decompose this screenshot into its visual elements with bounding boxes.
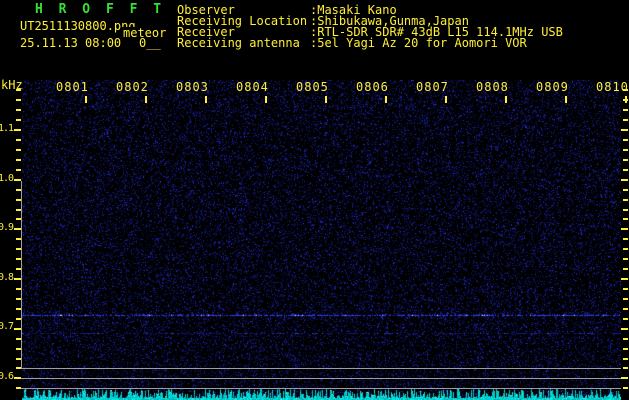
tick-mark bbox=[505, 96, 507, 103]
info-value-antenna: :5el Yagi Az 20 for Aomori VOR bbox=[310, 36, 527, 50]
time-tick-label: 0804 bbox=[236, 80, 269, 94]
tick-mark bbox=[14, 377, 21, 379]
time-tick-label: 0810 bbox=[596, 80, 629, 94]
freq-tick-label: 1.1 bbox=[0, 123, 14, 134]
time-tick-label: 0802 bbox=[116, 80, 149, 94]
timestamp: 25.11.13 08:00 bbox=[20, 36, 122, 50]
tick-mark bbox=[16, 169, 21, 171]
tick-mark bbox=[16, 308, 21, 310]
spectrogram-canvas bbox=[22, 80, 621, 400]
tick-mark bbox=[623, 298, 628, 300]
tick-mark bbox=[16, 358, 21, 360]
freq-tick-label: 0.9 bbox=[0, 222, 14, 233]
tick-mark bbox=[145, 96, 147, 103]
tick-mark bbox=[623, 119, 628, 121]
tick-mark bbox=[16, 258, 21, 260]
tick-mark bbox=[623, 199, 628, 201]
freq-tick-label: 1.0 bbox=[0, 173, 14, 184]
tick-mark bbox=[16, 348, 21, 350]
tick-mark bbox=[16, 139, 21, 141]
tick-mark bbox=[16, 119, 21, 121]
tick-mark bbox=[16, 288, 21, 290]
tick-mark bbox=[623, 248, 628, 250]
tick-mark bbox=[565, 96, 567, 103]
tick-mark bbox=[14, 328, 21, 330]
meteor-counter: 0__ bbox=[139, 36, 161, 50]
tick-mark bbox=[623, 268, 628, 270]
freq-tick-label: 0.7 bbox=[0, 321, 14, 332]
separator-line-2 bbox=[21, 378, 621, 379]
tick-mark bbox=[623, 308, 628, 310]
hrofft-window: H R O F F T UT2511130800.png meteor 25.1… bbox=[0, 0, 629, 400]
tick-mark bbox=[621, 278, 628, 280]
tick-mark bbox=[16, 218, 21, 220]
tick-mark bbox=[623, 109, 628, 111]
tick-mark bbox=[621, 179, 628, 181]
tick-mark bbox=[623, 348, 628, 350]
separator-line-1 bbox=[21, 368, 621, 369]
info-label-antenna: Receiving antenna bbox=[177, 36, 300, 50]
tick-mark bbox=[623, 367, 628, 369]
tick-mark bbox=[623, 338, 628, 340]
tick-mark bbox=[16, 318, 21, 320]
tick-mark bbox=[16, 189, 21, 191]
time-tick-label: 0809 bbox=[536, 80, 569, 94]
time-tick-label: 0808 bbox=[476, 80, 509, 94]
tick-mark bbox=[623, 149, 628, 151]
tick-mark bbox=[623, 258, 628, 260]
tick-mark bbox=[14, 179, 21, 181]
tick-mark bbox=[623, 189, 628, 191]
tick-mark bbox=[14, 278, 21, 280]
tick-mark bbox=[16, 268, 21, 270]
tick-mark bbox=[621, 228, 628, 230]
freq-tick-label: 0.8 bbox=[0, 272, 14, 283]
tick-mark bbox=[623, 169, 628, 171]
time-tick-label: 0803 bbox=[176, 80, 209, 94]
tick-mark bbox=[16, 338, 21, 340]
freq-tick-label: 0.6 bbox=[0, 371, 14, 382]
time-tick-label: 0805 bbox=[296, 80, 329, 94]
tick-mark bbox=[16, 149, 21, 151]
tick-mark bbox=[625, 96, 627, 103]
tick-mark bbox=[623, 89, 628, 91]
tick-mark bbox=[16, 159, 21, 161]
tick-mark bbox=[621, 129, 628, 131]
tick-mark bbox=[325, 96, 327, 103]
tick-mark bbox=[385, 96, 387, 103]
time-tick-label: 0801 bbox=[56, 80, 89, 94]
tick-mark bbox=[205, 96, 207, 103]
tick-mark bbox=[621, 377, 628, 379]
tick-mark bbox=[16, 387, 21, 389]
tick-mark bbox=[265, 96, 267, 103]
tick-mark bbox=[623, 209, 628, 211]
tick-mark bbox=[621, 328, 628, 330]
tick-mark bbox=[14, 228, 21, 230]
tick-mark bbox=[623, 288, 628, 290]
tick-mark bbox=[623, 358, 628, 360]
tick-mark bbox=[623, 159, 628, 161]
time-tick-label: 0806 bbox=[356, 80, 389, 94]
tick-mark bbox=[16, 109, 21, 111]
tick-mark bbox=[623, 238, 628, 240]
tick-mark bbox=[16, 238, 21, 240]
tick-mark bbox=[14, 129, 21, 131]
tick-mark bbox=[16, 199, 21, 201]
time-tick-label: 0807 bbox=[416, 80, 449, 94]
detection-window-left-line bbox=[21, 181, 22, 369]
separator-line-3 bbox=[21, 388, 621, 389]
tick-mark bbox=[16, 248, 21, 250]
output-filename: UT2511130800.png bbox=[20, 19, 136, 33]
tick-mark bbox=[445, 96, 447, 103]
tick-mark bbox=[623, 318, 628, 320]
tick-mark bbox=[16, 209, 21, 211]
tick-mark bbox=[85, 96, 87, 103]
tick-mark bbox=[16, 89, 21, 91]
tick-mark bbox=[16, 367, 21, 369]
tick-mark bbox=[16, 298, 21, 300]
tick-mark bbox=[623, 387, 628, 389]
app-title: H R O F F T bbox=[35, 2, 166, 17]
tick-mark bbox=[16, 99, 21, 101]
tick-mark bbox=[623, 218, 628, 220]
tick-mark bbox=[623, 139, 628, 141]
